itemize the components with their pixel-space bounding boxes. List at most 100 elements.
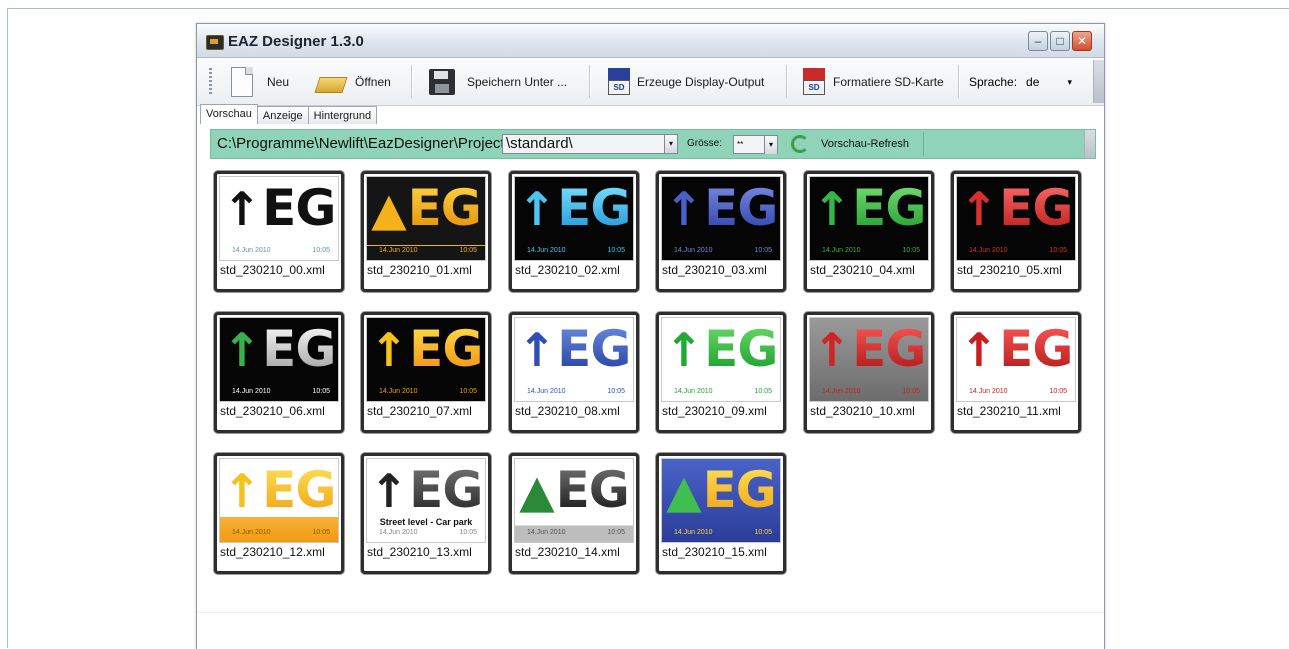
floor-label: EG [852, 179, 926, 237]
preview-tile[interactable]: ↑EG 14.Jun 2010 10:05 std_230210_08.xml [509, 312, 639, 433]
preview-tile[interactable]: ↑EG 14.Jun 2010 10:05 std_230210_09.xml [656, 312, 786, 433]
chevron-down-icon[interactable]: ▾ [664, 135, 677, 153]
page-frame-left [7, 8, 8, 648]
arrow-up-icon: ▲ [371, 182, 406, 236]
preview-timestamp: 14.Jun 2010 10:05 [662, 247, 780, 257]
preview-time: 10:05 [1049, 388, 1067, 395]
new-document-icon [231, 66, 253, 97]
floor-label: EG [262, 179, 336, 237]
preview-tile[interactable]: ↑EG 14.Jun 2010 10:05 std_230210_03.xml [656, 171, 786, 292]
sd-icon-text: SD [803, 80, 825, 95]
tile-filename: std_230210_00.xml [220, 263, 325, 277]
floor-label: EG [409, 461, 483, 519]
close-button[interactable]: ✕ [1072, 31, 1092, 51]
tile-filename: std_230210_08.xml [515, 404, 620, 418]
preview-tile[interactable]: ↑EG Street level - Car park 14.Jun 2010 10:… [361, 453, 491, 574]
preview-thumbnail: ↑EG 14.Jun 2010 10:05 [514, 176, 634, 261]
preview-thumbnail: ↑EG 14.Jun 2010 10:05 [219, 317, 339, 402]
language-group: Sprache: de ▾ [969, 58, 1079, 105]
preview-tile[interactable]: ↑EG 14.Jun 2010 10:05 std_230210_02.xml [509, 171, 639, 292]
preview-date: 14.Jun 2010 [822, 247, 861, 254]
folder-open-icon [315, 71, 345, 93]
preview-timestamp: 14.Jun 2010 10:05 [810, 247, 928, 257]
save-as-button[interactable]: Speichern Unter ... [429, 58, 567, 105]
page-frame-top [7, 8, 1289, 9]
floor-label: EG [704, 179, 778, 237]
preview-timestamp: 14.Jun 2010 10:05 [810, 388, 928, 398]
floor-label: EG [852, 320, 926, 378]
arrow-up-icon: ▲ [519, 464, 554, 518]
preview-timestamp: 14.Jun 2010 10:05 [367, 529, 485, 539]
preview-date: 14.Jun 2010 [674, 388, 713, 395]
minimize-button[interactable]: – [1028, 31, 1048, 51]
preview-date: 14.Jun 2010 [527, 247, 566, 254]
arrow-up-icon: ↑ [959, 323, 999, 377]
preview-date: 14.Jun 2010 [969, 388, 1008, 395]
tab-vorschau[interactable]: Vorschau [200, 104, 258, 124]
folder-select-value: \standard\ [506, 135, 573, 152]
arrow-up-icon: ↑ [369, 464, 409, 518]
preview-timestamp: 14.Jun 2010 10:05 [220, 247, 338, 257]
preview-date: 14.Jun 2010 [232, 247, 271, 254]
folder-select[interactable]: \standard\ ▾ [502, 134, 678, 154]
preview-tile[interactable]: ↑EG 14.Jun 2010 10:05 std_230210_05.xml [951, 171, 1081, 292]
preview-tile[interactable]: ↑EG 14.Jun 2010 10:05 std_230210_11.xml [951, 312, 1081, 433]
display-output-button[interactable]: SD Erzeuge Display-Output [608, 58, 764, 105]
tile-filename: std_230210_07.xml [367, 404, 472, 418]
content-divider [197, 612, 1104, 613]
toolbar-overflow-handle[interactable] [1093, 60, 1104, 103]
floor-label: EG [262, 461, 336, 519]
preview-display-text: ↑EG [957, 179, 1075, 238]
format-sd-button[interactable]: SD Formatiere SD-Karte [803, 58, 944, 105]
floor-label: EG [262, 320, 336, 378]
preview-time: 10:05 [902, 388, 920, 395]
street-level-caption: Street level - Car park [379, 517, 473, 527]
preview-date: 14.Jun 2010 [674, 247, 713, 254]
title-bar[interactable]: EAZ Designer 1.3.0 – □ ✕ [197, 24, 1104, 58]
preview-timestamp: 14.Jun 2010 10:05 [367, 388, 485, 398]
preview-timestamp: 14.Jun 2010 10:05 [367, 247, 485, 257]
sd-card-icon: SD [608, 68, 630, 95]
new-button[interactable]: Neu [231, 58, 289, 105]
preview-time: 10:05 [607, 388, 625, 395]
tab-strip: Vorschau Anzeige Hintergrund [200, 104, 378, 125]
tile-filename: std_230210_13.xml [367, 545, 472, 559]
arrow-up-icon: ↑ [517, 323, 557, 377]
toolbar-grip[interactable] [209, 68, 212, 94]
tile-filename: std_230210_11.xml [957, 404, 1061, 418]
preview-tile[interactable]: ▲EG 14.Jun 2010 10:05 std_230210_15.xml [656, 453, 786, 574]
preview-date: 14.Jun 2010 [379, 247, 418, 254]
tab-anzeige[interactable]: Anzeige [256, 106, 309, 124]
preview-tile[interactable]: ↑EG 14.Jun 2010 10:05 std_230210_06.xml [214, 312, 344, 433]
preview-tile[interactable]: ↑EG 14.Jun 2010 10:05 std_230210_12.xml [214, 453, 344, 574]
preview-tile[interactable]: ▲EG 14.Jun 2010 10:05 std_230210_01.xml [361, 171, 491, 292]
arrow-up-icon: ↑ [517, 182, 557, 236]
arrow-up-icon: ↑ [812, 182, 852, 236]
preview-refresh-label: Vorschau-Refresh [821, 138, 910, 150]
preview-tile[interactable]: ↑EG 14.Jun 2010 10:05 std_230210_10.xml [804, 312, 934, 433]
pathbar-overflow-handle[interactable] [1084, 130, 1095, 158]
language-select[interactable]: de ▾ [1025, 71, 1079, 93]
preview-tile[interactable]: ↑EG 14.Jun 2010 10:05 std_230210_04.xml [804, 171, 934, 292]
floor-label: EG [407, 179, 482, 237]
floor-label: EG [557, 179, 631, 237]
preview-time: 10:05 [607, 247, 625, 254]
open-button[interactable]: Öffnen [315, 58, 391, 105]
project-path: C:\Programme\Newlift\EazDesigner\Project… [217, 135, 513, 152]
floor-label: EG [702, 461, 777, 519]
preview-refresh-button[interactable]: Vorschau-Refresh [785, 132, 924, 156]
size-select[interactable]: ** ▾ [733, 135, 778, 154]
preview-tile[interactable]: ▲EG 14.Jun 2010 10:05 std_230210_14.xml [509, 453, 639, 574]
tile-filename: std_230210_09.xml [662, 404, 767, 418]
preview-tile[interactable]: ↑EG 14.Jun 2010 10:05 std_230210_00.xml [214, 171, 344, 292]
preview-display-text: ▲EG [662, 461, 780, 520]
preview-tile[interactable]: ↑EG 14.Jun 2010 10:05 std_230210_07.xml [361, 312, 491, 433]
preview-thumbnail: ▲EG 14.Jun 2010 10:05 [661, 458, 781, 543]
preview-display-text: ↑EG [662, 320, 780, 379]
tab-hintergrund[interactable]: Hintergrund [307, 106, 378, 124]
preview-date: 14.Jun 2010 [969, 247, 1008, 254]
preview-date: 14.Jun 2010 [232, 529, 271, 536]
preview-display-text: ▲EG [515, 461, 633, 520]
chevron-down-icon[interactable]: ▾ [764, 136, 777, 154]
maximize-button[interactable]: □ [1050, 31, 1070, 51]
